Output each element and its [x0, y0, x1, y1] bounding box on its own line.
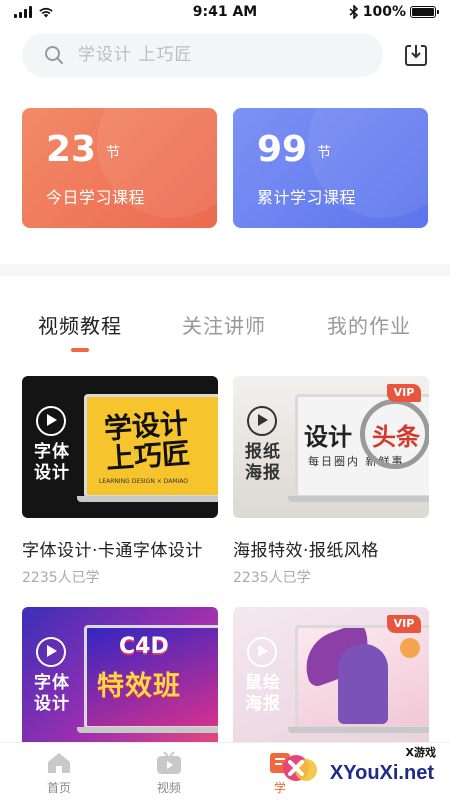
play-icon	[247, 637, 277, 667]
home-icon	[48, 753, 70, 773]
laptop-base	[288, 727, 429, 733]
laptop-base	[288, 496, 429, 502]
course-card[interactable]: 字体 设计 C4D 特效班	[22, 607, 218, 749]
course-thumbnail[interactable]: 报纸 海报 设计 头条 每日圈内 新鲜事 VIP	[233, 376, 429, 518]
magnifier-graphic	[360, 399, 429, 469]
course-title[interactable]: 字体设计·卡通字体设计	[22, 536, 218, 561]
download-icon[interactable]	[403, 42, 429, 68]
watermark-logo	[283, 755, 317, 781]
laptop-screen: 学设计上巧匠 LEARNING DESIGN × DAMIAO	[84, 394, 218, 498]
course-title[interactable]: 海报特效·报纸风格	[233, 536, 429, 561]
illustration-figure	[338, 644, 388, 724]
course-card[interactable]: 字体 设计 学设计上巧匠 LEARNING DESIGN × DAMIAO 字体设…	[22, 376, 218, 587]
screen-title: 学设计上巧匠	[102, 406, 192, 476]
status-right: 100%	[349, 4, 439, 20]
tab-video-tutorials[interactable]: 视频教程	[38, 310, 122, 339]
nav-item-video[interactable]: 视频	[139, 751, 199, 796]
course-card[interactable]: 报纸 海报 设计 头条 每日圈内 新鲜事 VIP 海报特效·报纸风格 2235人已…	[233, 376, 429, 587]
play-icon	[36, 406, 66, 436]
screen-title: 设计	[304, 423, 352, 451]
sun-graphic	[400, 638, 420, 658]
battery-icon	[410, 6, 439, 18]
nav-label-home: 首页	[46, 781, 71, 795]
course-thumbnail[interactable]: 鼠绘 海报 VIP	[233, 607, 429, 749]
course-learners: 2235人已学	[22, 570, 100, 586]
section-divider	[0, 264, 450, 276]
search-input[interactable]	[78, 45, 338, 65]
today-lessons-card[interactable]: 23 节 今日学习课程	[22, 108, 217, 228]
course-card[interactable]: 鼠绘 海报 VIP	[233, 607, 429, 749]
play-icon	[247, 406, 277, 436]
watermark-top: X游戏	[405, 746, 436, 759]
course-tag: 报纸 海报	[245, 442, 281, 483]
course-thumbnail[interactable]: 字体 设计 C4D 特效班	[22, 607, 218, 749]
status-bar: 9:41 AM 100%	[0, 0, 450, 26]
screen-headline: 特效班	[97, 671, 181, 702]
search-bar[interactable]	[22, 33, 383, 77]
nav-label-video: 视频	[156, 781, 181, 795]
battery-percent: 100%	[362, 4, 406, 20]
laptop-base	[77, 727, 218, 733]
vip-badge: VIP	[387, 615, 421, 633]
screen-title: C4D	[119, 634, 169, 659]
laptop-screen	[295, 625, 429, 729]
tab-my-homework[interactable]: 我的作业	[327, 310, 411, 339]
course-thumbnail[interactable]: 字体 设计 学设计上巧匠 LEARNING DESIGN × DAMIAO	[22, 376, 218, 518]
vip-badge: VIP	[387, 384, 421, 402]
laptop-screen: C4D 特效班	[84, 625, 218, 729]
tab-followed-teachers[interactable]: 关注讲师	[182, 310, 266, 339]
watermark-main: XYouXi.net	[329, 762, 434, 784]
today-lessons-count: 23	[46, 129, 97, 170]
bluetooth-icon	[349, 5, 358, 19]
course-learners: 2235人已学	[233, 570, 311, 586]
play-icon	[36, 637, 66, 667]
tab-indicator	[71, 348, 89, 352]
search-icon	[45, 46, 63, 64]
course-tag: 字体 设计	[34, 673, 70, 714]
laptop-screen: 设计 头条 每日圈内 新鲜事	[295, 394, 429, 498]
nav-item-home[interactable]: 首页	[29, 751, 89, 796]
tab-bar: 视频教程 关注讲师 我的作业	[0, 310, 450, 350]
course-tag: 字体 设计	[34, 442, 70, 483]
laptop-base	[77, 496, 218, 502]
course-tag: 鼠绘 海报	[245, 673, 281, 714]
total-lessons-count: 99	[257, 129, 308, 170]
tv-icon	[157, 751, 181, 774]
screen-subtitle: LEARNING DESIGN × DAMIAO	[99, 478, 188, 485]
total-lessons-card[interactable]: 99 节 累计学习课程	[233, 108, 428, 228]
watermark: X游戏 XYouXi.net	[272, 742, 442, 800]
